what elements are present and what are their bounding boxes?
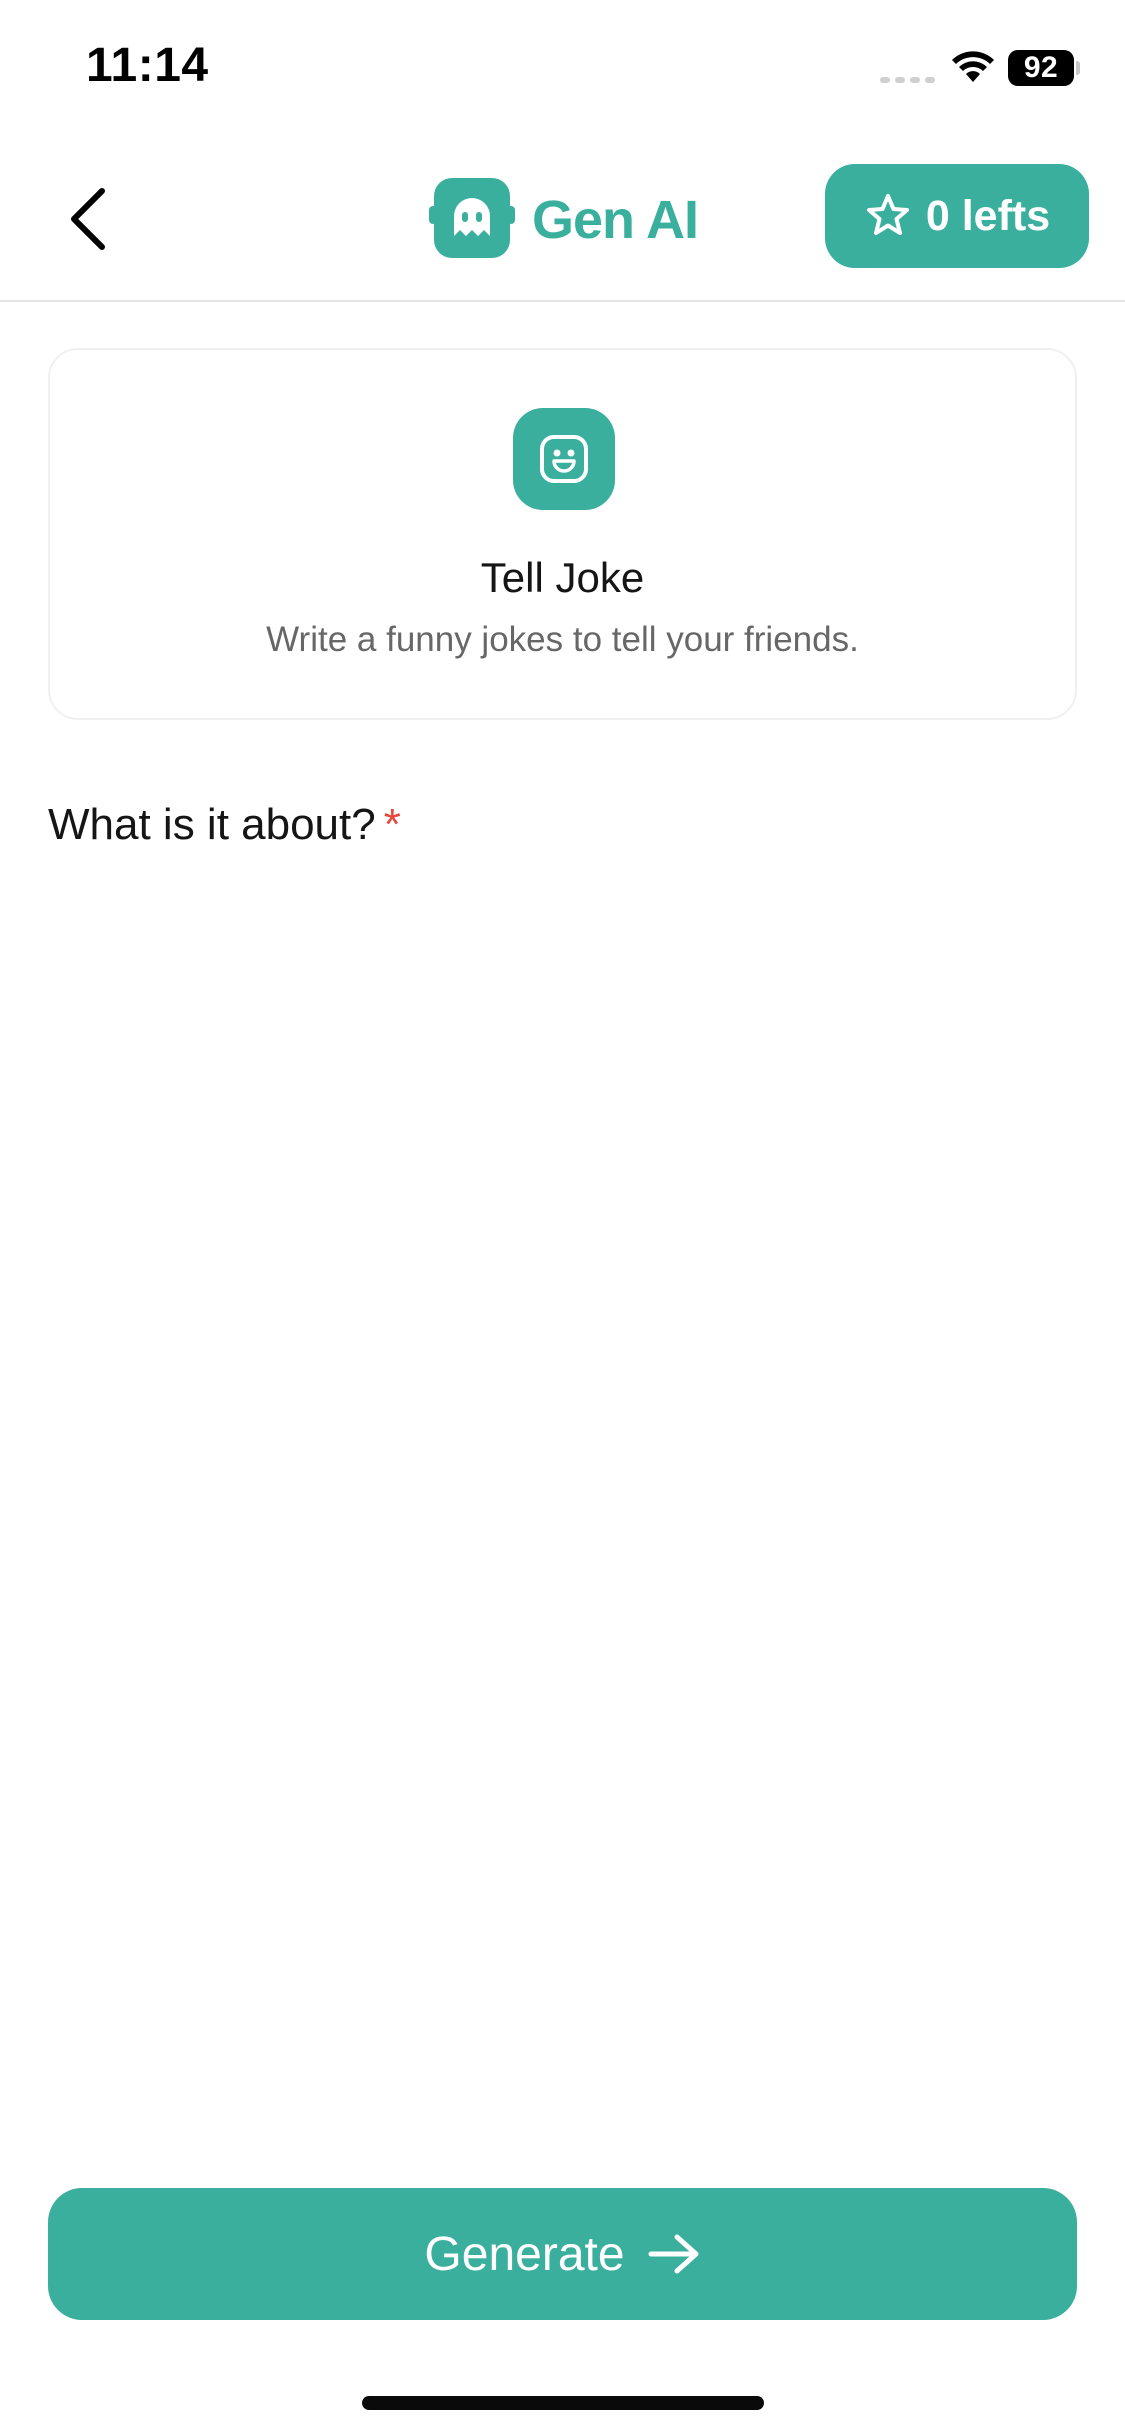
battery-icon: 92 <box>1008 50 1074 86</box>
wifi-icon <box>952 51 994 82</box>
robot-icon <box>429 178 515 258</box>
tool-icon-tile <box>513 408 615 510</box>
status-time: 11:14 <box>86 39 209 92</box>
arrow-right-icon <box>648 2234 699 2274</box>
chevron-left-icon <box>71 188 105 250</box>
battery-level: 92 <box>1023 51 1059 84</box>
battery-cap <box>1076 61 1080 75</box>
smile-face-icon <box>540 435 588 483</box>
star-icon <box>866 194 909 235</box>
signal-icon <box>880 77 935 83</box>
tool-subtitle: Write a funny jokes to tell your friends… <box>266 620 859 659</box>
back-button[interactable] <box>52 178 124 260</box>
home-indicator <box>362 2396 764 2410</box>
tool-card: Tell Joke Write a funny jokes to tell yo… <box>48 348 1077 720</box>
generate-button[interactable]: Generate <box>48 2188 1077 2320</box>
credits-button[interactable]: 0 lefts <box>825 164 1089 268</box>
answer-input[interactable] <box>48 880 1077 2080</box>
brand: Gen AI <box>426 174 699 266</box>
app-header: Gen AI 0 lefts <box>0 140 1125 302</box>
question-text: What is it about? <box>48 800 376 849</box>
credits-label: 0 lefts <box>925 191 1051 240</box>
required-marker: * <box>383 800 401 849</box>
generate-label: Generate <box>424 2227 625 2281</box>
tool-title: Tell Joke <box>480 554 645 601</box>
status-bar: 11:14 92 <box>0 0 1125 140</box>
brand-name: Gen AI <box>532 190 699 250</box>
question-label: What is it about? * <box>48 800 401 850</box>
